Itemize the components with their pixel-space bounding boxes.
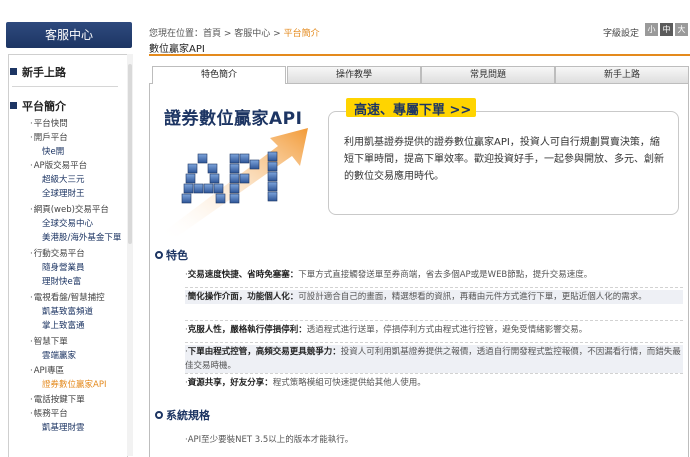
scrollbar-thumb[interactable] bbox=[128, 64, 132, 244]
banner-description: 利用凱基證券提供的證券數位贏家API，投資人可自行規劃買賣決策，縮短下單時間，提… bbox=[344, 137, 664, 182]
sidebar-item[interactable]: 行動交易平台 bbox=[30, 247, 85, 259]
sidebar-subitem[interactable]: 全球理財王 bbox=[42, 187, 85, 199]
sidebar-subitem[interactable]: 凱基致富頻道 bbox=[42, 305, 93, 317]
page-title: 數位贏家API bbox=[149, 44, 205, 55]
sidebar-subitem[interactable]: 快e開 bbox=[42, 145, 64, 157]
sidebar: 客服中心 新手上路 平台簡介 平台快問 開戶平台 快e開 AP版交易平台 超級大… bbox=[0, 0, 138, 457]
breadcrumb-prefix: 您現在位置： bbox=[149, 29, 204, 39]
font-size-label: 字級設定 bbox=[603, 29, 640, 39]
sidebar-item[interactable]: API專區 bbox=[30, 364, 64, 376]
banner-slogan: 高速、專屬下單 >> bbox=[354, 103, 472, 118]
breadcrumb: 您現在位置：首頁 > 客服中心 > 平台簡介 bbox=[149, 26, 320, 39]
sidebar-divider bbox=[12, 86, 118, 87]
title-divider bbox=[149, 54, 690, 56]
font-size-medium-button[interactable]: 中 bbox=[660, 23, 673, 36]
sidebar-scrollbar[interactable] bbox=[127, 54, 133, 456]
breadcrumb-separator: > bbox=[270, 29, 284, 39]
row-divider bbox=[185, 287, 683, 288]
circle-bullet-icon bbox=[155, 251, 163, 259]
sidebar-item[interactable]: AP版交易平台 bbox=[30, 159, 87, 171]
tab-features[interactable]: 特色簡介 bbox=[152, 66, 286, 84]
row-divider bbox=[185, 320, 683, 321]
sidebar-subitem[interactable]: 掌上致富通 bbox=[42, 319, 85, 331]
font-size-small-button[interactable]: 小 bbox=[645, 23, 658, 36]
breadcrumb-link-service[interactable]: 客服中心 bbox=[234, 29, 270, 39]
api-cubes-graphic bbox=[158, 128, 308, 236]
sidebar-section-getting-started[interactable]: 新手上路 bbox=[10, 64, 66, 80]
sidebar-subitem-active[interactable]: 證券數位贏家API bbox=[42, 378, 106, 390]
square-bullet-icon bbox=[10, 68, 17, 75]
feature-row: ‧交易速度快捷、省時免塞塞：下單方式直接觸發送單至券商端，省去多個AP或是WEB… bbox=[185, 270, 593, 280]
tab-tutorial[interactable]: 操作教學 bbox=[287, 66, 421, 83]
sidebar-subitem[interactable]: 雲端贏家 bbox=[42, 349, 76, 361]
spec-row: ‧API至少要裝NET 3.5以上的版本才能執行。 bbox=[185, 435, 354, 445]
sidebar-subitem[interactable]: 全球交易中心 bbox=[42, 217, 93, 229]
specs-heading: 系統規格 bbox=[155, 407, 210, 423]
sidebar-subitem[interactable]: 凱基理財雲 bbox=[42, 421, 85, 433]
sidebar-item[interactable]: 帳務平台 bbox=[30, 407, 68, 419]
sidebar-header: 客服中心 bbox=[6, 22, 132, 48]
sidebar-item[interactable]: 智慧下單 bbox=[30, 335, 68, 347]
features-heading: 特色 bbox=[155, 247, 188, 263]
breadcrumb-current: 平台簡介 bbox=[283, 29, 320, 39]
tab-faq[interactable]: 常見問題 bbox=[421, 66, 555, 83]
sidebar-item[interactable]: 開戶平台 bbox=[30, 131, 68, 143]
row-divider bbox=[185, 373, 683, 374]
sidebar-subitem[interactable]: 美港股/海外基金下單 bbox=[42, 231, 121, 243]
row-divider bbox=[185, 342, 683, 343]
circle-bullet-icon bbox=[155, 411, 163, 419]
sidebar-item[interactable]: 網頁(web)交易平台 bbox=[30, 203, 109, 215]
sidebar-item[interactable]: 電話按鍵下單 bbox=[30, 393, 85, 405]
sidebar-subitem[interactable]: 超級大三元 bbox=[42, 173, 85, 185]
square-bullet-icon bbox=[10, 102, 17, 109]
sidebar-item[interactable]: 平台快問 bbox=[30, 117, 68, 129]
breadcrumb-separator: > bbox=[221, 29, 235, 39]
tab-getting-started[interactable]: 新手上路 bbox=[555, 66, 689, 83]
feature-row: ‧克服人性，嚴格執行停損停利：透過程式進行送單，停損停利方式由程式進行控管，避免… bbox=[185, 325, 588, 335]
font-size-large-button[interactable]: 大 bbox=[675, 23, 688, 36]
feature-row: ‧簡化操作介面，功能個人化：可設計適合自己的畫面，精選想看的資訊，再藉由元件方式… bbox=[185, 290, 683, 304]
sidebar-subitem[interactable]: 隨身營業員 bbox=[42, 261, 85, 273]
feature-row: ‧下單由程式控管，高頻交易更具競爭力：投資人可利用凱基證券提供之報價，透過自行開… bbox=[185, 345, 683, 373]
sidebar-section-platform-intro[interactable]: 平台簡介 bbox=[10, 98, 66, 114]
sidebar-item[interactable]: 電視看盤/智慧捕控 bbox=[30, 291, 105, 303]
feature-row: ‧資源共享，好友分享：程式策略模組可快速提供給其他人使用。 bbox=[185, 378, 426, 388]
breadcrumb-link-home[interactable]: 首頁 bbox=[203, 29, 221, 39]
sidebar-subitem[interactable]: 理財快e富 bbox=[42, 275, 81, 287]
